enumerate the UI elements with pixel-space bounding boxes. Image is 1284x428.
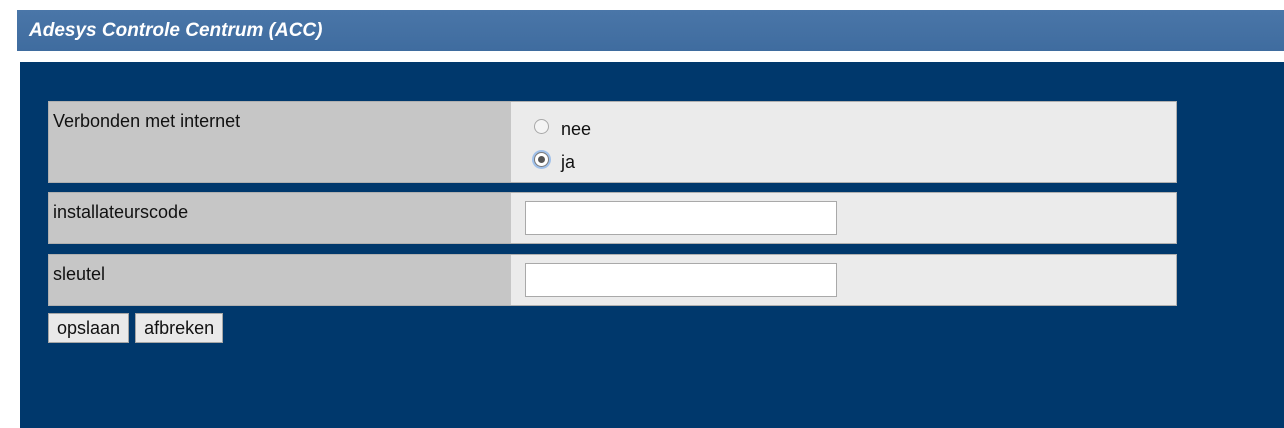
radio-option-ja[interactable]: ja bbox=[534, 149, 575, 173]
connected-label: Verbonden met internet bbox=[53, 111, 241, 131]
radio-option-nee[interactable]: nee bbox=[534, 116, 591, 140]
label-cell: sleutel bbox=[49, 255, 511, 305]
app-title: Adesys Controle Centrum (ACC) bbox=[29, 20, 323, 41]
title-bar: Adesys Controle Centrum (ACC) bbox=[17, 10, 1284, 51]
installer-code-input[interactable] bbox=[525, 201, 837, 235]
settings-panel: Verbonden met internet nee ja installate… bbox=[17, 59, 1284, 428]
key-row: sleutel bbox=[48, 254, 1177, 306]
radio-nee[interactable] bbox=[534, 119, 549, 134]
radio-ja[interactable] bbox=[534, 152, 549, 167]
radio-dot bbox=[538, 156, 545, 163]
key-label: sleutel bbox=[53, 264, 106, 284]
label-cell: Verbonden met internet bbox=[49, 102, 511, 182]
connected-row: Verbonden met internet nee ja bbox=[48, 101, 1177, 183]
label-cell: installateurscode bbox=[49, 193, 511, 243]
cancel-button[interactable]: afbreken bbox=[135, 313, 224, 343]
radio-nee-label[interactable]: nee bbox=[561, 119, 591, 140]
radio-ja-label[interactable]: ja bbox=[561, 152, 575, 173]
save-button[interactable]: opslaan bbox=[48, 313, 130, 343]
installer-code-row: installateurscode bbox=[48, 192, 1177, 244]
installer-code-label: installateurscode bbox=[53, 202, 189, 222]
button-bar: opslaan afbreken bbox=[48, 313, 224, 343]
key-input[interactable] bbox=[525, 263, 837, 297]
